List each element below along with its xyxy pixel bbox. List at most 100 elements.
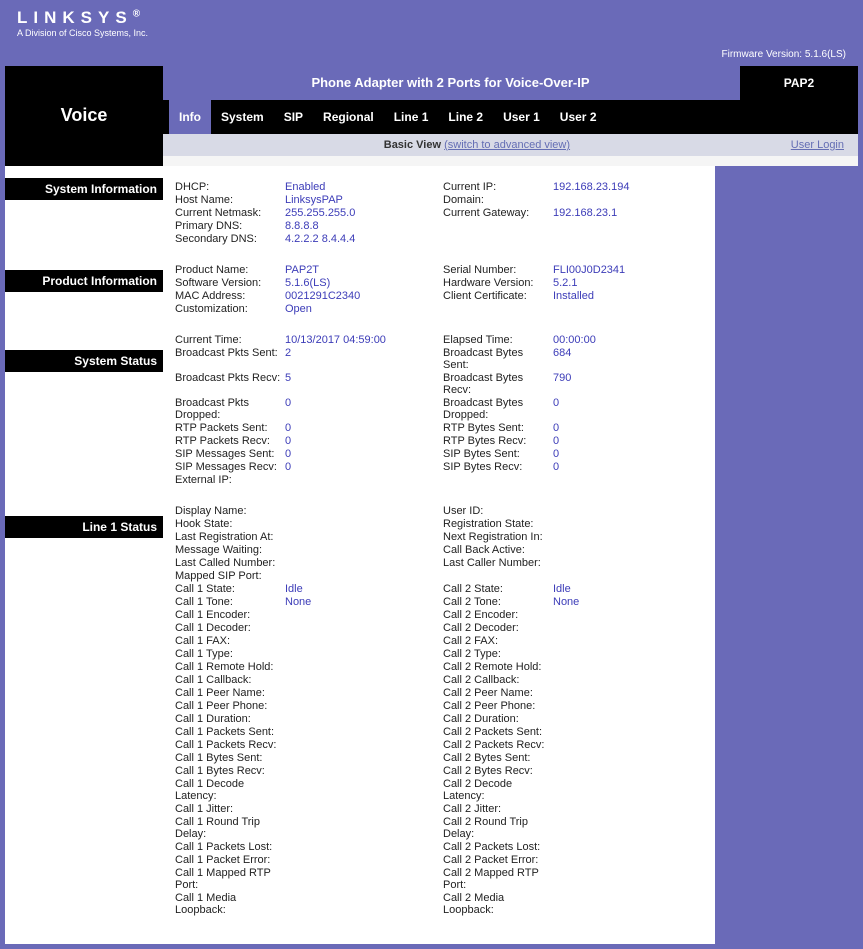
label-last-called: Last Called Number: bbox=[173, 556, 283, 569]
tab-regional[interactable]: Regional bbox=[313, 100, 384, 134]
tab-line1[interactable]: Line 1 bbox=[384, 100, 439, 134]
label-c2-tone: Call 2 Tone: bbox=[441, 595, 551, 608]
header-bar: LINKSYS® A Division of Cisco Systems, In… bbox=[5, 0, 858, 66]
section-product-information: Product Information bbox=[5, 270, 163, 292]
label-host: Host Name: bbox=[173, 193, 283, 206]
label-c2-fax: Call 2 FAX: bbox=[441, 634, 551, 647]
device-title: Phone Adapter with 2 Ports for Voice-Ove… bbox=[163, 66, 738, 100]
label-c2-type: Call 2 Type: bbox=[441, 647, 551, 660]
label-c2-pkt-error: Call 2 Packet Error: bbox=[441, 853, 551, 866]
label-c1-bytes-sent: Call 1 Bytes Sent: bbox=[173, 751, 283, 764]
label-c1-media-loop: Call 1 Media Loopback: bbox=[173, 891, 283, 916]
value-msg-waiting bbox=[283, 543, 441, 556]
label-c2-pkts-recv: Call 2 Packets Recv: bbox=[441, 738, 551, 751]
value-client-cert: Installed bbox=[551, 289, 705, 302]
tab-info[interactable]: Info bbox=[169, 100, 211, 134]
value-last-caller bbox=[551, 556, 705, 569]
tab-line2[interactable]: Line 2 bbox=[438, 100, 493, 134]
value-mapped-sip bbox=[283, 569, 441, 582]
sidebar-title: Voice bbox=[5, 66, 163, 166]
tab-user2[interactable]: User 2 bbox=[550, 100, 607, 134]
label-c1-pkts-sent: Call 1 Packets Sent: bbox=[173, 725, 283, 738]
value-rtp-bytes-recv: 0 bbox=[551, 434, 705, 447]
label-c1-decoder: Call 1 Decoder: bbox=[173, 621, 283, 634]
label-c1-callback: Call 1 Callback: bbox=[173, 673, 283, 686]
label-c2-pkts-lost: Call 2 Packets Lost: bbox=[441, 840, 551, 853]
label-c1-pkt-error: Call 1 Packet Error: bbox=[173, 853, 283, 866]
value-reg-state bbox=[551, 517, 705, 530]
switch-advanced-link[interactable]: (switch to advanced view) bbox=[444, 139, 570, 151]
label-sip-msgs-recv: SIP Messages Recv: bbox=[173, 460, 283, 473]
label-c2-duration: Call 2 Duration: bbox=[441, 712, 551, 725]
label-c2-bytes-sent: Call 2 Bytes Sent: bbox=[441, 751, 551, 764]
value-customization: Open bbox=[283, 302, 441, 315]
value-bpkts-sent: 2 bbox=[283, 346, 441, 371]
label-c1-peer-phone: Call 1 Peer Phone: bbox=[173, 699, 283, 712]
table-sysinfo: DHCP:EnabledCurrent IP:192.168.23.194 Ho… bbox=[173, 180, 705, 245]
table-sysstatus: Current Time:10/13/2017 04:59:00Elapsed … bbox=[173, 333, 705, 486]
label-rtp-pkts-recv: RTP Packets Recv: bbox=[173, 434, 283, 447]
label-c1-pkts-recv: Call 1 Packets Recv: bbox=[173, 738, 283, 751]
label-c1-bytes-recv: Call 1 Bytes Recv: bbox=[173, 764, 283, 777]
value-dhcp: Enabled bbox=[283, 180, 441, 193]
label-last-reg: Last Registration At: bbox=[173, 530, 283, 543]
label-c2-peer-name: Call 2 Peer Name: bbox=[441, 686, 551, 699]
label-product-name: Product Name: bbox=[173, 263, 283, 276]
value-sip-msgs-recv: 0 bbox=[283, 460, 441, 473]
tab-sip[interactable]: SIP bbox=[274, 100, 313, 134]
label-c2-callback: Call 2 Callback: bbox=[441, 673, 551, 686]
value-elapsed-time: 00:00:00 bbox=[551, 333, 705, 346]
value-rtp-bytes-sent: 0 bbox=[551, 421, 705, 434]
value-current-ip: 192.168.23.194 bbox=[551, 180, 705, 193]
label-c1-peer-name: Call 1 Peer Name: bbox=[173, 686, 283, 699]
section-system-information: System Information bbox=[5, 178, 163, 200]
brand-sub: A Division of Cisco Systems, Inc. bbox=[17, 28, 846, 38]
label-c2-mapped-rtp: Call 2 Mapped RTP Port: bbox=[441, 866, 551, 891]
label-c2-state: Call 2 State: bbox=[441, 582, 551, 595]
label-customization: Customization: bbox=[173, 302, 283, 315]
value-bbytes-dropped: 0 bbox=[551, 396, 705, 421]
label-c2-peer-phone: Call 2 Peer Phone: bbox=[441, 699, 551, 712]
tab-system[interactable]: System bbox=[211, 100, 274, 134]
value-netmask: 255.255.255.0 bbox=[283, 206, 441, 219]
value-display-name bbox=[283, 504, 441, 517]
label-c1-tone: Call 1 Tone: bbox=[173, 595, 283, 608]
label-sip-msgs-sent: SIP Messages Sent: bbox=[173, 447, 283, 460]
label-bpkts-sent: Broadcast Pkts Sent: bbox=[173, 346, 283, 371]
label-c1-rtd: Call 1 Round Trip Delay: bbox=[173, 815, 283, 840]
label-c1-encoder: Call 1 Encoder: bbox=[173, 608, 283, 621]
label-sip-bytes-sent: SIP Bytes Sent: bbox=[441, 447, 551, 460]
label-call-back: Call Back Active: bbox=[441, 543, 551, 556]
label-reg-state: Registration State: bbox=[441, 517, 551, 530]
label-c1-fax: Call 1 FAX: bbox=[173, 634, 283, 647]
value-hardware-version: 5.2.1 bbox=[551, 276, 705, 289]
label-c1-type: Call 1 Type: bbox=[173, 647, 283, 660]
user-login-link[interactable]: User Login bbox=[791, 139, 844, 151]
value-serial: FLI00J0D2341 bbox=[551, 263, 705, 276]
label-next-reg: Next Registration In: bbox=[441, 530, 551, 543]
label-c2-bytes-recv: Call 2 Bytes Recv: bbox=[441, 764, 551, 777]
label-gateway: Current Gateway: bbox=[441, 206, 551, 219]
label-elapsed-time: Elapsed Time: bbox=[441, 333, 551, 346]
tab-user1[interactable]: User 1 bbox=[493, 100, 550, 134]
value-last-called bbox=[283, 556, 441, 569]
value-sip-bytes-sent: 0 bbox=[551, 447, 705, 460]
value-primary-dns: 8.8.8.8 bbox=[283, 219, 441, 232]
model-label: PAP2 bbox=[738, 66, 858, 100]
value-c1-tone: None bbox=[283, 595, 441, 608]
label-c2-remote-hold: Call 2 Remote Hold: bbox=[441, 660, 551, 673]
label-sip-bytes-recv: SIP Bytes Recv: bbox=[441, 460, 551, 473]
brand-text: LINKSYS bbox=[17, 8, 133, 27]
nav-tabs: Info System SIP Regional Line 1 Line 2 U… bbox=[163, 100, 858, 134]
label-user-id: User ID: bbox=[441, 504, 551, 517]
label-primary-dns: Primary DNS: bbox=[173, 219, 283, 232]
right-rail bbox=[718, 166, 858, 944]
label-client-cert: Client Certificate: bbox=[441, 289, 551, 302]
section-system-status: System Status bbox=[5, 350, 163, 372]
label-secondary-dns: Secondary DNS: bbox=[173, 232, 283, 245]
value-product-name: PAP2T bbox=[283, 263, 441, 276]
label-c1-state: Call 1 State: bbox=[173, 582, 283, 595]
label-domain: Domain: bbox=[441, 193, 551, 206]
label-bbytes-dropped: Broadcast Bytes Dropped: bbox=[441, 396, 551, 421]
value-next-reg bbox=[551, 530, 705, 543]
